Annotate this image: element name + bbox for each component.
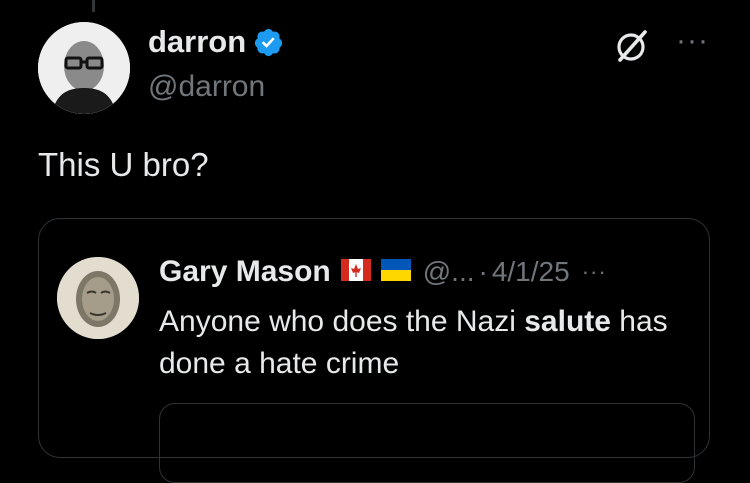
tweet-text: This U bro?: [38, 146, 209, 183]
quoted-tweet-text: Anyone who does the Nazi salute has done…: [159, 301, 699, 385]
quoted-author-handle[interactable]: @...: [423, 256, 475, 288]
quoted-media-preview[interactable]: [159, 403, 695, 483]
quoted-author-name[interactable]: Gary Mason: [159, 255, 331, 289]
author-handle[interactable]: @darron: [148, 70, 265, 104]
quoted-text-part: Anyone who does the Nazi: [159, 305, 525, 338]
canada-flag-icon: [340, 258, 371, 286]
meta-separator: ·: [478, 256, 488, 287]
quoted-more-options-icon[interactable]: ···: [582, 259, 607, 285]
ukraine-flag-icon: [380, 258, 411, 286]
quoted-text-bold: salute: [524, 305, 611, 338]
quoted-tweet-card[interactable]: Gary Mason @... · 4/1/25 ··· Anyone who …: [38, 218, 710, 483]
author-name[interactable]: darron: [148, 24, 246, 60]
more-options-icon[interactable]: ···: [676, 26, 709, 56]
quoted-tweet-date[interactable]: 4/1/25: [492, 256, 570, 288]
quoted-author-avatar[interactable]: [57, 257, 139, 339]
thread-connector-line: [92, 0, 95, 12]
author-avatar[interactable]: [38, 22, 130, 114]
grok-icon[interactable]: [612, 26, 652, 66]
verified-badge-icon[interactable]: [253, 27, 284, 58]
